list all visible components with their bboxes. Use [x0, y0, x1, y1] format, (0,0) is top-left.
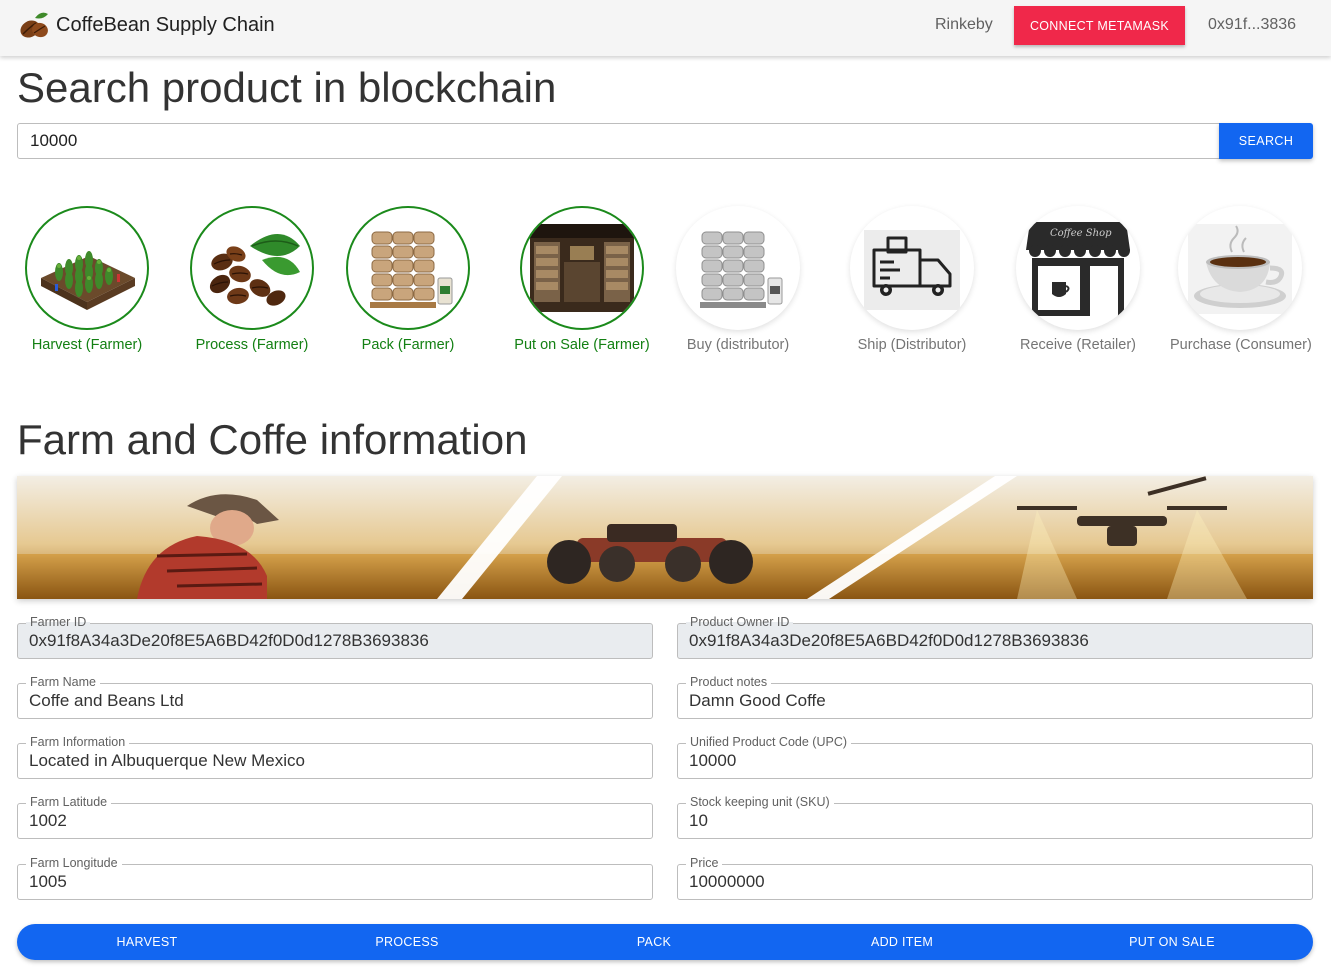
search-input[interactable]	[17, 123, 1220, 159]
top-navbar: CoffeBean Supply Chain Rinkeby CONNECT M…	[0, 0, 1331, 56]
step-purchase: Purchase (Consumer)	[1170, 206, 1312, 353]
farm-banner-image	[17, 476, 1313, 599]
ship-image	[850, 206, 974, 330]
svg-text:Coffee Shop: Coffee Shop	[1050, 228, 1112, 239]
step-receive: Coffee Shop Receive (Retailer)	[1008, 206, 1148, 353]
put-on-sale-image	[520, 206, 644, 330]
buy-image	[676, 206, 800, 330]
step-pack: Pack (Farmer)	[338, 206, 478, 353]
pack-image	[346, 206, 470, 330]
step-label: Ship (Distributor)	[857, 337, 967, 353]
sacks-pallet-icon	[370, 231, 453, 308]
app-title: CoffeBean Supply Chain	[56, 13, 275, 36]
coffee-beans-icon	[209, 234, 300, 306]
farm-section-heading: Farm and Coffe information	[17, 416, 528, 463]
farm-banner-illustration	[17, 476, 1313, 599]
step-label: Pack (Farmer)	[361, 337, 455, 353]
sku-field[interactable]: Stock keeping unit (SKU) 10	[677, 795, 1313, 839]
brand[interactable]: CoffeBean Supply Chain	[17, 8, 275, 42]
step-label: Put on Sale (Farmer)	[514, 337, 650, 353]
field-value: 0x91f8A34a3De20f8E5A6BD42f0D0d1278B36938…	[689, 631, 1089, 650]
step-label: Buy (distributor)	[686, 337, 790, 353]
action-button-group: HARVEST PROCESS PACK ADD ITEM PUT ON SAL…	[17, 924, 1313, 960]
price-field[interactable]: Price 10000000	[677, 856, 1313, 900]
warehouse-icon	[530, 224, 634, 312]
add-item-button[interactable]: ADD ITEM	[832, 924, 972, 960]
field-value: 10	[689, 811, 708, 830]
step-harvest: Harvest (Farmer)	[17, 206, 157, 353]
farm-information-field[interactable]: Farm Information Located in Albuquerque …	[17, 735, 653, 779]
field-label: Farm Information	[26, 735, 130, 749]
harvest-farm-icon	[41, 251, 135, 310]
farmer-id-field[interactable]: Farmer ID 0x91f8A34a3De20f8E5A6BD42f0D0d…	[17, 615, 653, 659]
step-label: Purchase (Consumer)	[1170, 337, 1312, 353]
field-label: Farm Name	[26, 675, 100, 689]
step-buy: Buy (distributor)	[668, 206, 808, 353]
pack-button[interactable]: PACK	[584, 924, 724, 960]
account-address: 0x91f...3836	[1208, 16, 1297, 33]
field-value: 10000000	[689, 872, 765, 891]
connect-metamask-button[interactable]: CONNECT METAMASK	[1014, 6, 1185, 45]
field-value: Damn Good Coffe	[689, 691, 826, 710]
purchase-image	[1178, 206, 1302, 330]
farm-name-field[interactable]: Farm Name Coffe and Beans Ltd	[17, 675, 653, 719]
field-label: Product notes	[686, 675, 772, 689]
field-value: 1005	[29, 872, 67, 891]
field-label: Farm Latitude	[26, 795, 112, 809]
search-button[interactable]: SEARCH	[1219, 123, 1313, 159]
field-label: Farm Longitude	[26, 856, 122, 870]
harvest-image	[25, 206, 149, 330]
process-image	[190, 206, 314, 330]
step-label: Harvest (Farmer)	[31, 337, 143, 353]
coffee-cup-icon	[1188, 224, 1292, 314]
upc-field[interactable]: Unified Product Code (UPC) 10000	[677, 735, 1313, 779]
delivery-truck-icon	[864, 230, 960, 310]
field-label: Unified Product Code (UPC)	[686, 735, 852, 749]
farm-latitude-field[interactable]: Farm Latitude 1002	[17, 795, 653, 839]
field-value: 10000	[689, 751, 737, 770]
farm-longitude-field[interactable]: Farm Longitude 1005	[17, 856, 653, 900]
field-label: Stock keeping unit (SKU)	[686, 795, 834, 809]
step-label: Process (Farmer)	[195, 337, 309, 353]
step-label: Receive (Retailer)	[1019, 337, 1137, 353]
product-notes-field[interactable]: Product notes Damn Good Coffe	[677, 675, 1313, 719]
field-label: Product Owner ID	[686, 615, 794, 629]
field-value: 1002	[29, 811, 67, 830]
step-put-on-sale: Put on Sale (Farmer)	[512, 206, 652, 353]
product-owner-id-field[interactable]: Product Owner ID 0x91f8A34a3De20f8E5A6BD…	[677, 615, 1313, 659]
field-value: Located in Albuquerque New Mexico	[29, 751, 305, 770]
process-button[interactable]: PROCESS	[337, 924, 477, 960]
put-on-sale-button[interactable]: PUT ON SALE	[1102, 924, 1242, 960]
step-ship: Ship (Distributor)	[842, 206, 982, 353]
step-process: Process (Farmer)	[182, 206, 322, 353]
field-value: Coffe and Beans Ltd	[29, 691, 184, 710]
coffee-shop-icon: Coffee Shop	[1026, 222, 1130, 316]
field-label: Price	[686, 856, 723, 870]
field-label: Farmer ID	[26, 615, 91, 629]
coffee-bean-logo-icon	[20, 12, 48, 38]
field-value: 0x91f8A34a3De20f8E5A6BD42f0D0d1278B36938…	[29, 631, 429, 650]
network-indicator: Rinkeby	[935, 16, 993, 33]
grey-sacks-icon	[700, 231, 783, 308]
harvest-button[interactable]: HARVEST	[77, 924, 217, 960]
receive-image: Coffee Shop	[1016, 206, 1140, 330]
search-heading: Search product in blockchain	[17, 64, 557, 111]
